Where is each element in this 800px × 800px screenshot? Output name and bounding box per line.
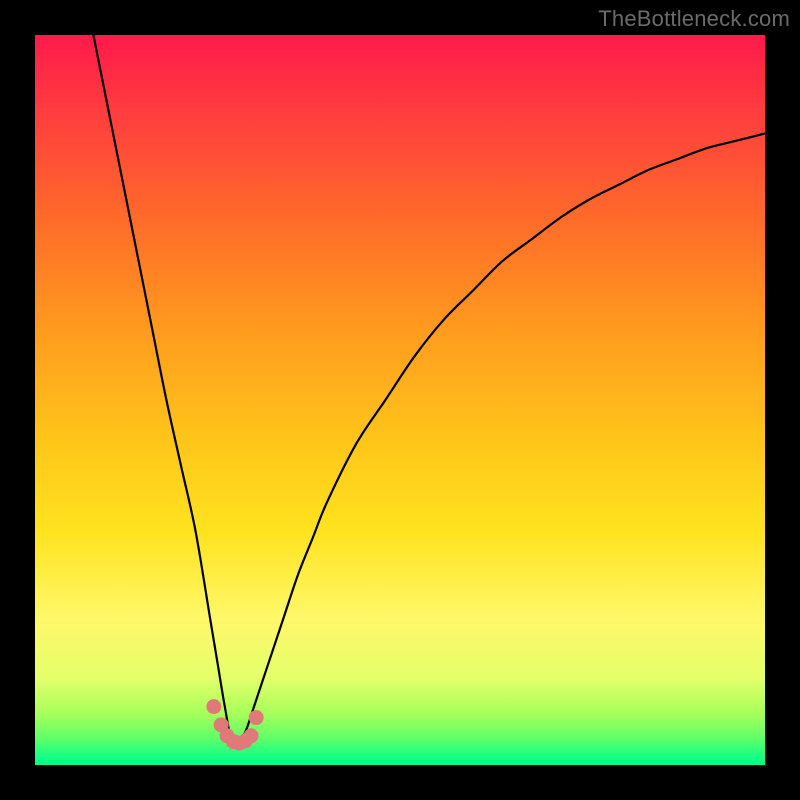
bottleneck-chart [35,35,765,765]
marker-dot [244,728,259,743]
watermark-text: TheBottleneck.com [598,6,790,32]
marker-dot [206,699,221,714]
gradient-background [35,35,765,765]
marker-dot [249,710,264,725]
chart-frame: TheBottleneck.com [0,0,800,800]
plot-area [35,35,765,765]
